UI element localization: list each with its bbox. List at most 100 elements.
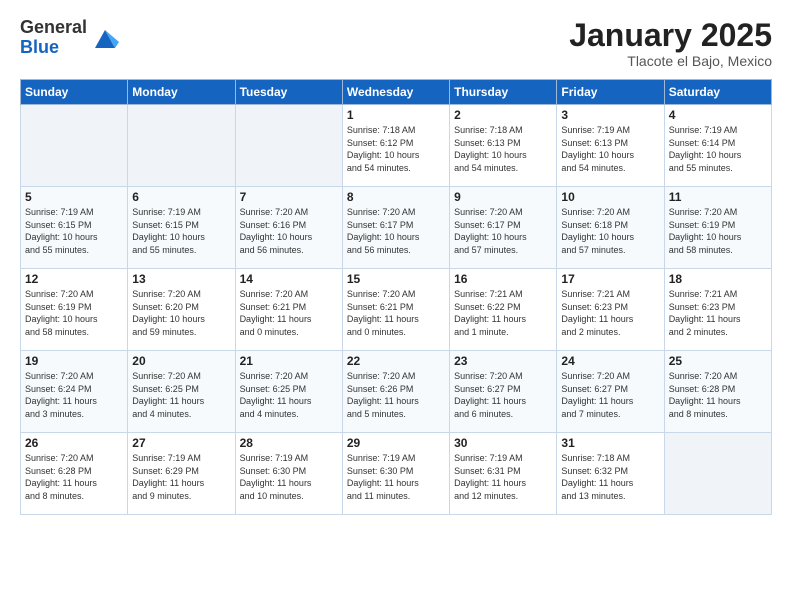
day-number: 23 <box>454 354 552 368</box>
title-area: January 2025 Tlacote el Bajo, Mexico <box>569 18 772 69</box>
day-info: Sunrise: 7:20 AM Sunset: 6:24 PM Dayligh… <box>25 370 123 420</box>
calendar-header-tuesday: Tuesday <box>235 80 342 105</box>
calendar-cell: 16 Sunrise: 7:21 AM Sunset: 6:22 PM Dayli… <box>450 269 557 351</box>
day-info: Sunrise: 7:20 AM Sunset: 6:25 PM Dayligh… <box>240 370 338 420</box>
calendar-cell: 9 Sunrise: 7:20 AM Sunset: 6:17 PM Daylig… <box>450 187 557 269</box>
day-info: Sunrise: 7:21 AM Sunset: 6:23 PM Dayligh… <box>561 288 659 338</box>
day-number: 26 <box>25 436 123 450</box>
day-number: 29 <box>347 436 445 450</box>
calendar-cell: 15 Sunrise: 7:20 AM Sunset: 6:21 PM Dayli… <box>342 269 449 351</box>
day-info: Sunrise: 7:20 AM Sunset: 6:26 PM Dayligh… <box>347 370 445 420</box>
day-number: 3 <box>561 108 659 122</box>
day-number: 13 <box>132 272 230 286</box>
day-number: 17 <box>561 272 659 286</box>
calendar: SundayMondayTuesdayWednesdayThursdayFrid… <box>20 79 772 515</box>
header: General Blue January 2025 Tlacote el Baj… <box>20 18 772 69</box>
logo-text: General Blue <box>20 18 87 58</box>
calendar-cell: 8 Sunrise: 7:20 AM Sunset: 6:17 PM Daylig… <box>342 187 449 269</box>
day-info: Sunrise: 7:20 AM Sunset: 6:17 PM Dayligh… <box>347 206 445 256</box>
day-info: Sunrise: 7:18 AM Sunset: 6:12 PM Dayligh… <box>347 124 445 174</box>
calendar-header-friday: Friday <box>557 80 664 105</box>
calendar-cell: 28 Sunrise: 7:19 AM Sunset: 6:30 PM Dayli… <box>235 433 342 515</box>
calendar-cell: 3 Sunrise: 7:19 AM Sunset: 6:13 PM Daylig… <box>557 105 664 187</box>
day-info: Sunrise: 7:20 AM Sunset: 6:18 PM Dayligh… <box>561 206 659 256</box>
calendar-cell: 24Sunrise: 7:20 AM Sunset: 6:27 PM Dayli… <box>557 351 664 433</box>
calendar-cell: 14 Sunrise: 7:20 AM Sunset: 6:21 PM Dayli… <box>235 269 342 351</box>
day-info: Sunrise: 7:20 AM Sunset: 6:27 PM Dayligh… <box>561 370 659 420</box>
day-number: 27 <box>132 436 230 450</box>
day-info: Sunrise: 7:19 AM Sunset: 6:31 PM Dayligh… <box>454 452 552 502</box>
logo: General Blue <box>20 18 119 58</box>
day-number: 16 <box>454 272 552 286</box>
day-info: Sunrise: 7:20 AM Sunset: 6:21 PM Dayligh… <box>240 288 338 338</box>
calendar-cell: 4 Sunrise: 7:19 AM Sunset: 6:14 PM Daylig… <box>664 105 771 187</box>
calendar-week-1: 1 Sunrise: 7:18 AM Sunset: 6:12 PM Daylig… <box>21 105 772 187</box>
calendar-cell: 12 Sunrise: 7:20 AM Sunset: 6:19 PM Dayli… <box>21 269 128 351</box>
calendar-header-row: SundayMondayTuesdayWednesdayThursdayFrid… <box>21 80 772 105</box>
day-info: Sunrise: 7:20 AM Sunset: 6:19 PM Dayligh… <box>669 206 767 256</box>
day-number: 18 <box>669 272 767 286</box>
day-number: 20 <box>132 354 230 368</box>
day-info: Sunrise: 7:20 AM Sunset: 6:20 PM Dayligh… <box>132 288 230 338</box>
day-info: Sunrise: 7:21 AM Sunset: 6:23 PM Dayligh… <box>669 288 767 338</box>
day-number: 5 <box>25 190 123 204</box>
day-number: 31 <box>561 436 659 450</box>
day-number: 19 <box>25 354 123 368</box>
calendar-header-wednesday: Wednesday <box>342 80 449 105</box>
day-info: Sunrise: 7:18 AM Sunset: 6:13 PM Dayligh… <box>454 124 552 174</box>
calendar-cell: 2 Sunrise: 7:18 AM Sunset: 6:13 PM Daylig… <box>450 105 557 187</box>
calendar-cell <box>235 105 342 187</box>
day-number: 11 <box>669 190 767 204</box>
day-number: 9 <box>454 190 552 204</box>
calendar-cell: 17 Sunrise: 7:21 AM Sunset: 6:23 PM Dayli… <box>557 269 664 351</box>
day-number: 6 <box>132 190 230 204</box>
day-number: 4 <box>669 108 767 122</box>
day-info: Sunrise: 7:20 AM Sunset: 6:27 PM Dayligh… <box>454 370 552 420</box>
calendar-week-3: 12 Sunrise: 7:20 AM Sunset: 6:19 PM Dayli… <box>21 269 772 351</box>
day-info: Sunrise: 7:20 AM Sunset: 6:21 PM Dayligh… <box>347 288 445 338</box>
day-number: 28 <box>240 436 338 450</box>
day-info: Sunrise: 7:20 AM Sunset: 6:17 PM Dayligh… <box>454 206 552 256</box>
calendar-cell: 10 Sunrise: 7:20 AM Sunset: 6:18 PM Dayli… <box>557 187 664 269</box>
logo-general: General <box>20 18 87 38</box>
logo-icon <box>91 24 119 52</box>
day-info: Sunrise: 7:20 AM Sunset: 6:19 PM Dayligh… <box>25 288 123 338</box>
day-number: 21 <box>240 354 338 368</box>
day-info: Sunrise: 7:19 AM Sunset: 6:30 PM Dayligh… <box>240 452 338 502</box>
day-number: 22 <box>347 354 445 368</box>
calendar-cell: 29 Sunrise: 7:19 AM Sunset: 6:30 PM Dayli… <box>342 433 449 515</box>
calendar-cell: 11 Sunrise: 7:20 AM Sunset: 6:19 PM Dayli… <box>664 187 771 269</box>
calendar-cell: 25Sunrise: 7:20 AM Sunset: 6:28 PM Dayli… <box>664 351 771 433</box>
calendar-cell <box>664 433 771 515</box>
day-number: 15 <box>347 272 445 286</box>
day-info: Sunrise: 7:19 AM Sunset: 6:30 PM Dayligh… <box>347 452 445 502</box>
calendar-cell: 22 Sunrise: 7:20 AM Sunset: 6:26 PM Dayli… <box>342 351 449 433</box>
calendar-cell <box>128 105 235 187</box>
day-number: 10 <box>561 190 659 204</box>
calendar-cell: 26Sunrise: 7:20 AM Sunset: 6:28 PM Dayli… <box>21 433 128 515</box>
day-info: Sunrise: 7:19 AM Sunset: 6:14 PM Dayligh… <box>669 124 767 174</box>
day-info: Sunrise: 7:19 AM Sunset: 6:15 PM Dayligh… <box>132 206 230 256</box>
calendar-week-2: 5 Sunrise: 7:19 AM Sunset: 6:15 PM Daylig… <box>21 187 772 269</box>
day-info: Sunrise: 7:21 AM Sunset: 6:22 PM Dayligh… <box>454 288 552 338</box>
calendar-cell: 13 Sunrise: 7:20 AM Sunset: 6:20 PM Dayli… <box>128 269 235 351</box>
calendar-cell: 1 Sunrise: 7:18 AM Sunset: 6:12 PM Daylig… <box>342 105 449 187</box>
day-info: Sunrise: 7:20 AM Sunset: 6:28 PM Dayligh… <box>669 370 767 420</box>
calendar-week-4: 19 Sunrise: 7:20 AM Sunset: 6:24 PM Dayli… <box>21 351 772 433</box>
calendar-cell: 18 Sunrise: 7:21 AM Sunset: 6:23 PM Dayli… <box>664 269 771 351</box>
day-number: 7 <box>240 190 338 204</box>
day-info: Sunrise: 7:20 AM Sunset: 6:25 PM Dayligh… <box>132 370 230 420</box>
calendar-cell: 23 Sunrise: 7:20 AM Sunset: 6:27 PM Dayli… <box>450 351 557 433</box>
day-number: 1 <box>347 108 445 122</box>
page: General Blue January 2025 Tlacote el Baj… <box>0 0 792 612</box>
day-number: 12 <box>25 272 123 286</box>
day-info: Sunrise: 7:19 AM Sunset: 6:13 PM Dayligh… <box>561 124 659 174</box>
logo-blue: Blue <box>20 38 87 58</box>
calendar-header-saturday: Saturday <box>664 80 771 105</box>
day-number: 30 <box>454 436 552 450</box>
calendar-cell: 6 Sunrise: 7:19 AM Sunset: 6:15 PM Daylig… <box>128 187 235 269</box>
day-number: 8 <box>347 190 445 204</box>
day-number: 14 <box>240 272 338 286</box>
day-info: Sunrise: 7:19 AM Sunset: 6:29 PM Dayligh… <box>132 452 230 502</box>
day-number: 2 <box>454 108 552 122</box>
